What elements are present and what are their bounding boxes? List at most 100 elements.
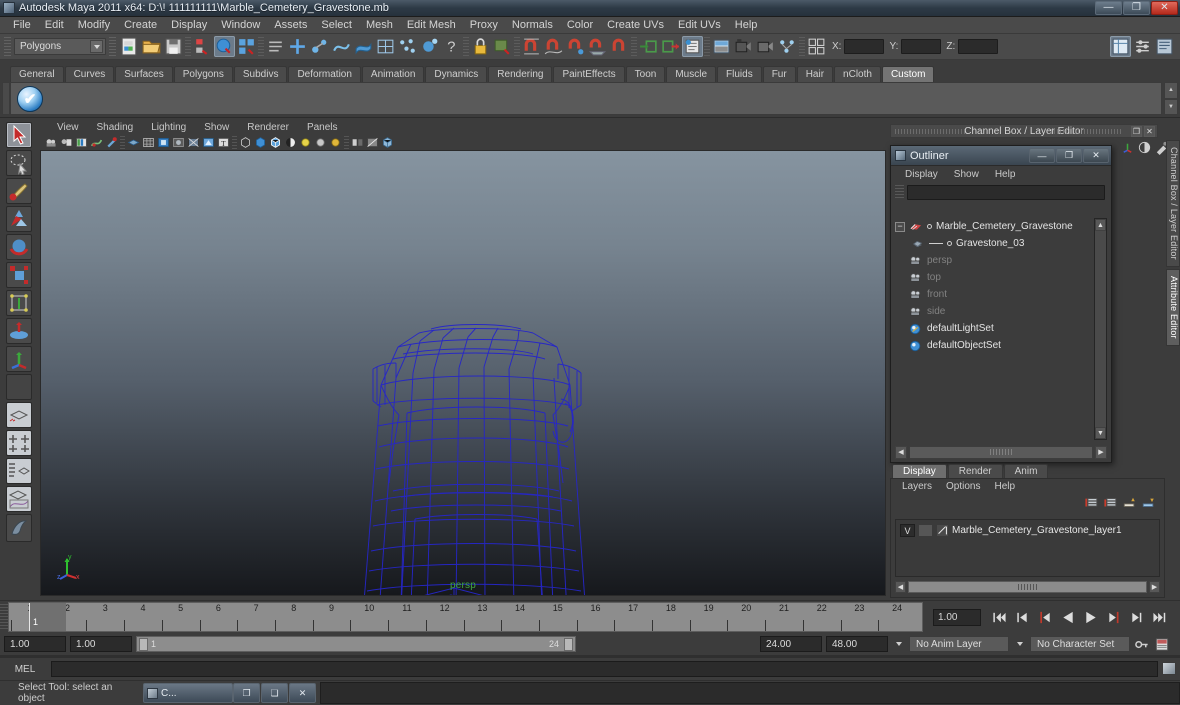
outliner-vertical-scrollbar[interactable]: ▲ ▼ bbox=[1094, 218, 1107, 440]
command-line-input[interactable] bbox=[51, 661, 1158, 677]
auto-keyframe-icon[interactable] bbox=[1134, 637, 1150, 652]
outliner-row-top[interactable]: top bbox=[895, 269, 1093, 286]
shelf-tab-painteffects[interactable]: PaintEffects bbox=[553, 66, 625, 82]
grease-pencil-icon[interactable] bbox=[105, 136, 118, 149]
save-scene-icon[interactable] bbox=[163, 36, 184, 57]
select-by-component-icon[interactable] bbox=[236, 36, 257, 57]
outliner-minimize-button[interactable]: — bbox=[1029, 148, 1055, 163]
text-display-icon[interactable]: T bbox=[217, 136, 230, 149]
x-ray-icon[interactable] bbox=[202, 136, 215, 149]
animation-preferences-icon[interactable] bbox=[1154, 637, 1170, 652]
outliner-hscroll-track[interactable] bbox=[909, 445, 1093, 459]
single-perspective-view-layout[interactable] bbox=[6, 402, 32, 428]
select-curve-icon[interactable] bbox=[331, 36, 352, 57]
last-tool-used[interactable] bbox=[6, 374, 32, 400]
outliner-search-input[interactable] bbox=[907, 184, 1105, 200]
persp-graph-layout[interactable] bbox=[6, 486, 32, 512]
highlight-selection-icon[interactable] bbox=[492, 36, 513, 57]
shelf-tab-rendering[interactable]: Rendering bbox=[488, 66, 553, 82]
select-surface-icon[interactable] bbox=[353, 36, 374, 57]
lock-icon[interactable] bbox=[470, 36, 491, 57]
animation-start-time-field[interactable]: 1.00 bbox=[4, 636, 66, 652]
show-attribute-editor-icon[interactable] bbox=[1154, 36, 1175, 57]
layer-row[interactable]: V Marble_Cemetery_Gravestone_layer1 bbox=[896, 523, 1159, 538]
viewport-canvas[interactable]: y z x persp bbox=[40, 150, 886, 596]
outliner-row-defaultlightset[interactable]: defaultLightSet bbox=[895, 320, 1093, 337]
coord-x-field[interactable] bbox=[844, 39, 885, 54]
layer-color-swatch[interactable] bbox=[936, 524, 949, 537]
step-forward-keyframe-icon[interactable] bbox=[1129, 610, 1145, 625]
wireframe-on-shaded-icon[interactable] bbox=[187, 136, 200, 149]
menu-mesh[interactable]: Mesh bbox=[359, 18, 400, 32]
shelf-tab-muscle[interactable]: Muscle bbox=[666, 66, 717, 82]
layer-editor-horizontal-scrollbar[interactable]: ◀ ▶ bbox=[895, 581, 1160, 594]
layer-tab-anim[interactable]: Anim bbox=[1003, 464, 1049, 478]
select-handle-icon[interactable] bbox=[287, 36, 308, 57]
two-d-pan-zoom-icon[interactable] bbox=[90, 136, 103, 149]
coord-y-field[interactable] bbox=[901, 39, 942, 54]
go-to-start-icon[interactable] bbox=[991, 610, 1007, 625]
go-to-end-icon[interactable] bbox=[1152, 610, 1168, 625]
shelf-tab-fur[interactable]: Fur bbox=[762, 66, 796, 82]
move-tool[interactable] bbox=[6, 206, 32, 232]
command-line-label[interactable]: MEL bbox=[4, 664, 46, 675]
layer-menu-options[interactable]: Options bbox=[939, 481, 987, 492]
outliner-row-marble-cemetery-gravestone[interactable]: − Marble_Cemetery_Gravestone bbox=[895, 218, 1093, 235]
layer-visibility-toggle[interactable]: V bbox=[900, 524, 915, 537]
menu-normals[interactable]: Normals bbox=[505, 18, 560, 32]
menu-set-selector[interactable]: Polygons bbox=[14, 38, 106, 55]
statusline-grip[interactable] bbox=[4, 36, 11, 57]
camera-attributes-icon[interactable] bbox=[60, 136, 73, 149]
persp-outliner-layout[interactable] bbox=[6, 458, 32, 484]
menu-create[interactable]: Create bbox=[117, 18, 164, 32]
ipr-render-icon[interactable] bbox=[733, 36, 754, 57]
outliner-row-gravestone-03[interactable]: Gravestone_03 bbox=[895, 235, 1093, 252]
shelf-tab-hair[interactable]: Hair bbox=[796, 66, 834, 82]
time-slider-grip[interactable] bbox=[0, 604, 8, 630]
select-by-object-icon[interactable] bbox=[214, 36, 235, 57]
toggle-shading-icon[interactable] bbox=[1137, 140, 1152, 155]
hypershade-icon[interactable] bbox=[777, 36, 798, 57]
shelf-scroll-up-button[interactable]: ▲ bbox=[1164, 82, 1178, 99]
menu-window[interactable]: Window bbox=[214, 18, 267, 32]
outliner-menu-display[interactable]: Display bbox=[897, 169, 946, 180]
xray-cube-icon[interactable] bbox=[269, 136, 282, 149]
transform-coords-icon[interactable] bbox=[806, 36, 827, 57]
wireframe-icon[interactable] bbox=[127, 136, 140, 149]
exposure-icon[interactable] bbox=[351, 136, 364, 149]
new-scene-icon[interactable] bbox=[119, 36, 140, 57]
outliner-row-side[interactable]: side bbox=[895, 303, 1093, 320]
character-set-selector[interactable]: No Character Set bbox=[1030, 636, 1130, 652]
shelf-tab-ncloth[interactable]: nCloth bbox=[834, 66, 881, 82]
shelf-tab-subdivs[interactable]: Subdivs bbox=[233, 66, 288, 82]
construction-history-output-icon[interactable] bbox=[660, 36, 681, 57]
layer-down-icon[interactable] bbox=[1141, 496, 1156, 510]
taskbar-app-button[interactable]: C... bbox=[143, 683, 233, 703]
animation-end-time-field[interactable]: 48.00 bbox=[826, 636, 888, 652]
menu-edit-uvs[interactable]: Edit UVs bbox=[671, 18, 728, 32]
layer-up-icon[interactable] bbox=[1122, 496, 1137, 510]
play-backwards-icon[interactable] bbox=[1060, 610, 1076, 625]
select-tool[interactable] bbox=[6, 122, 32, 148]
select-misc-icon[interactable]: ? bbox=[441, 36, 462, 57]
menu-display[interactable]: Display bbox=[164, 18, 214, 32]
scale-tool[interactable] bbox=[6, 262, 32, 288]
layer-tab-render[interactable]: Render bbox=[947, 464, 1003, 478]
hotbox-icon[interactable] bbox=[6, 514, 32, 542]
layer-hscroll-right-button[interactable]: ▶ bbox=[1149, 581, 1160, 593]
show-manip-icon[interactable] bbox=[1120, 140, 1135, 155]
shelf-tab-custom[interactable]: Custom bbox=[881, 66, 935, 82]
paint-select-tool[interactable] bbox=[6, 178, 32, 204]
image-plane-icon[interactable] bbox=[75, 136, 88, 149]
menu-proxy[interactable]: Proxy bbox=[463, 18, 505, 32]
menu-edit-mesh[interactable]: Edit Mesh bbox=[400, 18, 463, 32]
minimize-button[interactable]: — bbox=[1095, 1, 1122, 15]
current-time-field[interactable]: 1.00 bbox=[933, 608, 981, 626]
menu-file[interactable]: File bbox=[6, 18, 38, 32]
show-manipulator-tool[interactable] bbox=[6, 346, 32, 372]
shelf-tab-toon[interactable]: Toon bbox=[625, 66, 666, 82]
range-chevron-icon[interactable] bbox=[892, 638, 905, 651]
shelf-grip[interactable] bbox=[2, 82, 10, 115]
taskbar-close-button[interactable]: ✕ bbox=[289, 683, 316, 703]
outliner-close-button[interactable]: ✕ bbox=[1083, 148, 1109, 163]
